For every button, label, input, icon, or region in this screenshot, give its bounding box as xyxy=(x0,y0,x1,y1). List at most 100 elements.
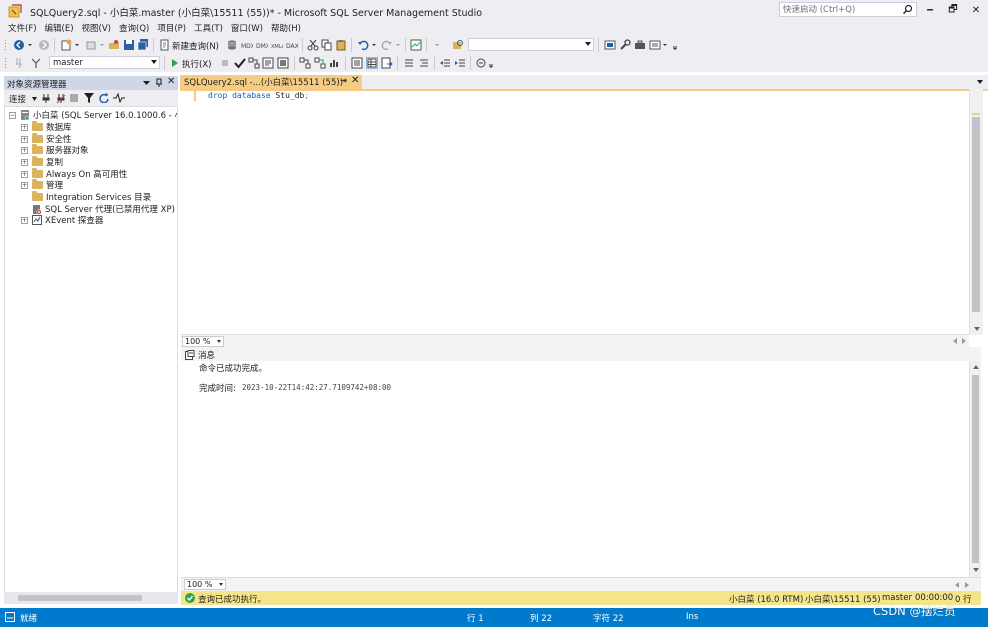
live-query-statistics-icon[interactable] xyxy=(314,57,326,69)
estimated-plan-icon[interactable] xyxy=(248,57,260,69)
tab-list-dropdown-icon[interactable] xyxy=(977,80,983,84)
chevron-down-icon[interactable] xyxy=(74,39,80,51)
registered-servers-icon[interactable] xyxy=(604,39,616,51)
expand-icon[interactable]: + xyxy=(21,146,28,154)
expand-icon[interactable]: + xyxy=(21,158,28,166)
filter-icon[interactable] xyxy=(84,93,94,103)
specify-template-values-icon[interactable] xyxy=(475,57,487,69)
refresh-icon[interactable] xyxy=(99,93,109,103)
open-file-icon[interactable] xyxy=(108,39,120,51)
minimize-button[interactable]: 🗕 xyxy=(921,2,939,18)
tab-messages[interactable]: 消息 xyxy=(185,349,215,361)
scroll-left-icon[interactable] xyxy=(953,338,957,344)
editor-code-line[interactable]: drop database Stu_db; xyxy=(208,91,309,100)
editor-vertical-scrollbar[interactable] xyxy=(969,89,983,335)
query-editor[interactable]: drop database Stu_db; xyxy=(181,91,969,334)
menu-help[interactable]: 帮助(H) xyxy=(268,21,306,36)
expand-icon[interactable]: + xyxy=(21,170,28,178)
find-in-files-icon[interactable] xyxy=(452,39,464,51)
restore-button[interactable]: 🗗 xyxy=(944,2,962,18)
results-to-text-mode-icon[interactable] xyxy=(351,57,363,69)
scrollbar-thumb[interactable] xyxy=(972,375,979,563)
results-to-file-icon[interactable] xyxy=(381,57,393,69)
tree-node-server[interactable]: − 小白菜 (SQL Server 16.0.1000.6 - 小白 xyxy=(9,109,177,121)
toolbox-icon[interactable] xyxy=(634,39,646,51)
menu-edit[interactable]: 编辑(E) xyxy=(42,21,79,36)
tree-node-replication[interactable]: + 复制 xyxy=(21,156,63,168)
tree-node-integration-services[interactable]: Integration Services 目录 xyxy=(32,191,151,203)
tree-node-xevent[interactable]: + XEvent 探查器 xyxy=(21,214,103,226)
close-tab-icon[interactable]: ✕ xyxy=(351,75,359,86)
menu-view[interactable]: 视图(V) xyxy=(79,21,116,36)
save-all-icon[interactable] xyxy=(137,39,149,51)
activity-monitor-icon[interactable] xyxy=(410,39,422,51)
search-icon[interactable] xyxy=(902,4,913,15)
close-panel-icon[interactable]: ✕ xyxy=(167,76,175,87)
add-item-icon[interactable] xyxy=(85,39,97,51)
pin-icon[interactable] xyxy=(155,78,163,88)
tab-sqlquery2[interactable]: SQLQuery2.sql -...(小白菜\15511 (55))* ⊸ ✕ xyxy=(180,75,362,89)
toolbar-grip[interactable] xyxy=(4,57,7,69)
toolbar-options-icon[interactable] xyxy=(488,57,494,69)
execute-icon[interactable] xyxy=(170,57,179,69)
expand-icon[interactable]: + xyxy=(21,123,28,131)
messages-pane[interactable]: 命令已成功完成。 完成时间: 2023-10-22T14:42:27.71097… xyxy=(181,361,969,577)
query-designer-icon[interactable] xyxy=(262,57,274,69)
database-engine-query-icon[interactable] xyxy=(226,39,238,51)
results-vertical-scrollbar[interactable] xyxy=(969,361,981,577)
chevron-down-icon[interactable] xyxy=(143,80,150,86)
paste-icon[interactable] xyxy=(335,39,347,51)
editor-zoom-dropdown[interactable]: 100 % xyxy=(182,336,224,347)
scroll-left-icon[interactable] xyxy=(955,582,959,588)
uncomment-icon[interactable] xyxy=(418,57,430,69)
new-project-icon[interactable] xyxy=(60,39,72,51)
output-window-icon[interactable] xyxy=(5,612,15,622)
undo-icon[interactable] xyxy=(357,39,369,51)
properties-window-icon[interactable] xyxy=(649,39,661,51)
quick-launch-box[interactable] xyxy=(779,2,917,17)
activity-monitor-icon[interactable] xyxy=(113,93,125,103)
analysis-dax-query-icon[interactable]: DAX xyxy=(286,39,298,51)
menu-window[interactable]: 窗口(W) xyxy=(228,21,268,36)
close-button[interactable]: ✕ xyxy=(967,2,985,18)
results-zoom-dropdown[interactable]: 100 % xyxy=(184,579,226,590)
forward-icon[interactable] xyxy=(38,39,50,51)
scroll-right-icon[interactable] xyxy=(962,338,966,344)
tree-node-management[interactable]: + 管理 xyxy=(21,179,63,191)
chevron-down-icon[interactable] xyxy=(662,39,668,51)
comment-out-icon[interactable] xyxy=(403,57,415,69)
quick-launch-input[interactable] xyxy=(780,3,898,16)
chevron-down-icon[interactable] xyxy=(99,39,105,51)
back-icon[interactable] xyxy=(13,39,25,51)
copy-icon[interactable] xyxy=(321,39,333,51)
toolbar-options-icon[interactable] xyxy=(672,39,678,51)
scroll-right-icon[interactable] xyxy=(965,582,969,588)
analysis-dmx-query-icon[interactable]: DMX xyxy=(256,39,268,51)
menu-tools[interactable]: 工具(T) xyxy=(191,21,228,36)
include-actual-plan-icon[interactable] xyxy=(299,57,311,69)
connect-plug-icon[interactable] xyxy=(41,93,51,104)
increase-indent-icon[interactable] xyxy=(454,57,466,69)
disconnect-icon[interactable] xyxy=(56,93,66,104)
chevron-down-icon[interactable] xyxy=(32,97,37,101)
change-connection-icon[interactable] xyxy=(30,57,42,69)
connect-icon[interactable] xyxy=(14,57,26,69)
scrollbar-thumb[interactable] xyxy=(972,117,980,312)
expand-icon[interactable]: + xyxy=(21,216,28,224)
scroll-down-icon[interactable] xyxy=(974,327,980,331)
object-explorer-horizontal-scrollbar[interactable] xyxy=(4,592,178,604)
collapse-icon[interactable]: − xyxy=(9,111,16,119)
decrease-indent-icon[interactable] xyxy=(439,57,451,69)
connect-button[interactable]: 连接 xyxy=(9,93,26,105)
expand-icon[interactable]: + xyxy=(21,181,28,189)
analysis-xmla-query-icon[interactable]: XMLA xyxy=(271,39,283,51)
chevron-down-icon[interactable] xyxy=(434,39,440,51)
save-icon[interactable] xyxy=(123,39,135,51)
solution-configurations-dropdown[interactable] xyxy=(468,38,594,51)
scrollbar-thumb[interactable] xyxy=(18,595,142,601)
execute-button[interactable]: 执行(X) xyxy=(182,58,211,70)
parse-checkmark-icon[interactable] xyxy=(234,57,246,69)
cancel-query-icon[interactable] xyxy=(219,57,231,69)
chevron-down-icon[interactable] xyxy=(395,39,401,51)
results-to-text-icon[interactable] xyxy=(277,57,289,69)
